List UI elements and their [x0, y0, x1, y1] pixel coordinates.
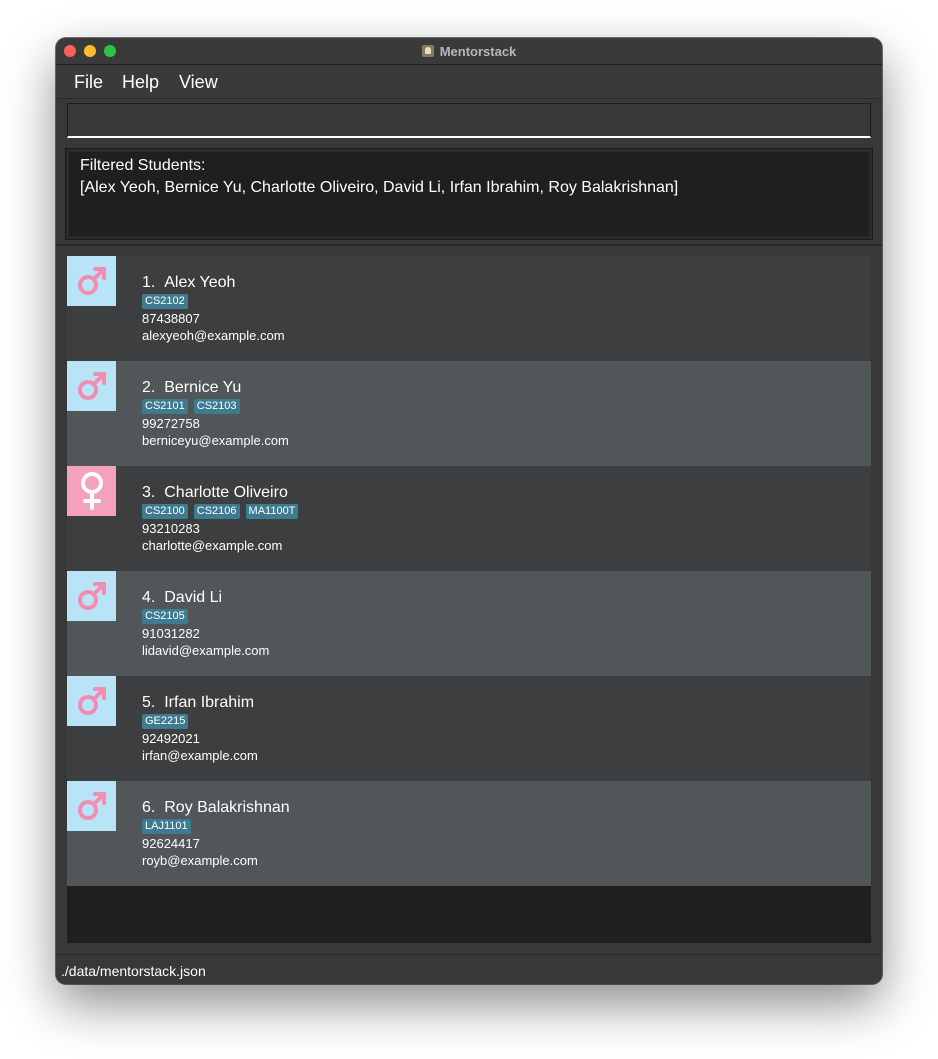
- male-avatar: [67, 571, 116, 621]
- tag-list: LAJ1101: [142, 819, 191, 834]
- student-card[interactable]: 5. Irfan Ibrahim GE2215 92492021 irfan@exam…: [67, 676, 871, 781]
- menu-bar: File Help View: [56, 65, 882, 99]
- female-avatar: [67, 466, 116, 516]
- student-card[interactable]: 2. Bernice Yu CS2101 CS2103 99272758 bernice…: [67, 361, 871, 466]
- student-name: 2. Bernice Yu: [142, 379, 242, 396]
- app-window: Mentorstack File Help View Filtered Stud…: [56, 38, 882, 984]
- status-bar: ./data/mentorstack.json: [56, 954, 882, 984]
- student-card[interactable]: 3. Charlotte Oliveiro CS2100 CS2106 MA1100T…: [67, 466, 871, 571]
- module-tag: CS2106: [193, 504, 240, 519]
- data-file-path: ./data/mentorstack.json: [61, 963, 206, 979]
- male-symbol-icon: [77, 267, 106, 295]
- student-card[interactable]: 6. Roy Balakrishnan LAJ1101 92624417 royb@e…: [67, 781, 871, 886]
- student-phone: 91031282: [142, 626, 200, 641]
- student-email: royb@example.com: [142, 853, 258, 868]
- student-phone: 92624417: [142, 836, 200, 851]
- module-tag: CS2103: [193, 399, 240, 414]
- student-email: berniceyu@example.com: [142, 433, 289, 448]
- male-symbol-icon: [77, 792, 106, 820]
- result-display: Filtered Students: [Alex Yeoh, Bernice Y…: [65, 148, 873, 240]
- student-card[interactable]: 1. Alex Yeoh CS2102 87438807 alexyeoh@examp…: [67, 256, 871, 361]
- window-title: Mentorstack: [439, 43, 517, 59]
- student-name: 6. Roy Balakrishnan: [142, 799, 290, 816]
- window-title-group: Mentorstack: [56, 38, 882, 64]
- menu-help[interactable]: Help: [122, 72, 159, 93]
- module-tag: GE2215: [142, 714, 189, 729]
- student-name: 1. Alex Yeoh: [142, 274, 236, 291]
- male-symbol-icon: [77, 582, 106, 610]
- tag-list: GE2215: [142, 714, 189, 729]
- male-avatar: [67, 256, 116, 306]
- male-symbol-icon: [77, 687, 106, 715]
- module-tag: CS2105: [142, 609, 188, 624]
- student-email: irfan@example.com: [142, 748, 258, 763]
- student-email: charlotte@example.com: [142, 538, 283, 553]
- tag-list: CS2101 CS2103: [142, 399, 240, 414]
- student-phone: 92492021: [142, 731, 200, 746]
- command-box: [67, 103, 871, 138]
- module-tag: CS2102: [142, 294, 188, 309]
- module-tag: CS2101: [142, 399, 188, 414]
- result-heading: Filtered Students:: [80, 157, 206, 174]
- menu-view[interactable]: View: [179, 72, 218, 93]
- result-text-area: Filtered Students: [Alex Yeoh, Bernice Y…: [69, 152, 869, 236]
- student-phone: 99272758: [142, 416, 200, 431]
- module-tag: LAJ1101: [142, 819, 191, 834]
- student-name: 3. Charlotte Oliveiro: [142, 484, 288, 501]
- title-bar[interactable]: Mentorstack: [56, 38, 882, 65]
- male-avatar: [67, 781, 116, 831]
- student-phone: 93210283: [142, 521, 200, 536]
- student-list[interactable]: 1. Alex Yeoh CS2102 87438807 alexyeoh@examp…: [67, 256, 871, 943]
- tag-list: CS2105: [142, 609, 188, 624]
- tag-list: CS2100 CS2106 MA1100T: [142, 504, 299, 519]
- app-icon: [421, 45, 434, 57]
- male-symbol-icon: [77, 372, 106, 400]
- menu-file[interactable]: File: [74, 72, 103, 93]
- student-email: lidavid@example.com: [142, 643, 270, 658]
- student-email: alexyeoh@example.com: [142, 328, 285, 343]
- student-card[interactable]: 4. David Li CS2105 91031282 lidavid@example…: [67, 571, 871, 676]
- male-avatar: [67, 361, 116, 411]
- male-avatar: [67, 676, 116, 726]
- student-name: 5. Irfan Ibrahim: [142, 694, 255, 711]
- female-symbol-icon: [80, 472, 103, 510]
- result-list: [Alex Yeoh, Bernice Yu, Charlotte Olivei…: [80, 179, 679, 196]
- divider: [56, 244, 882, 246]
- student-phone: 87438807: [142, 311, 200, 326]
- tag-list: CS2102: [142, 294, 188, 309]
- student-name: 4. David Li: [142, 589, 223, 606]
- module-tag: CS2100: [142, 504, 188, 519]
- command-input[interactable]: [68, 104, 870, 136]
- module-tag: MA1100T: [245, 504, 299, 519]
